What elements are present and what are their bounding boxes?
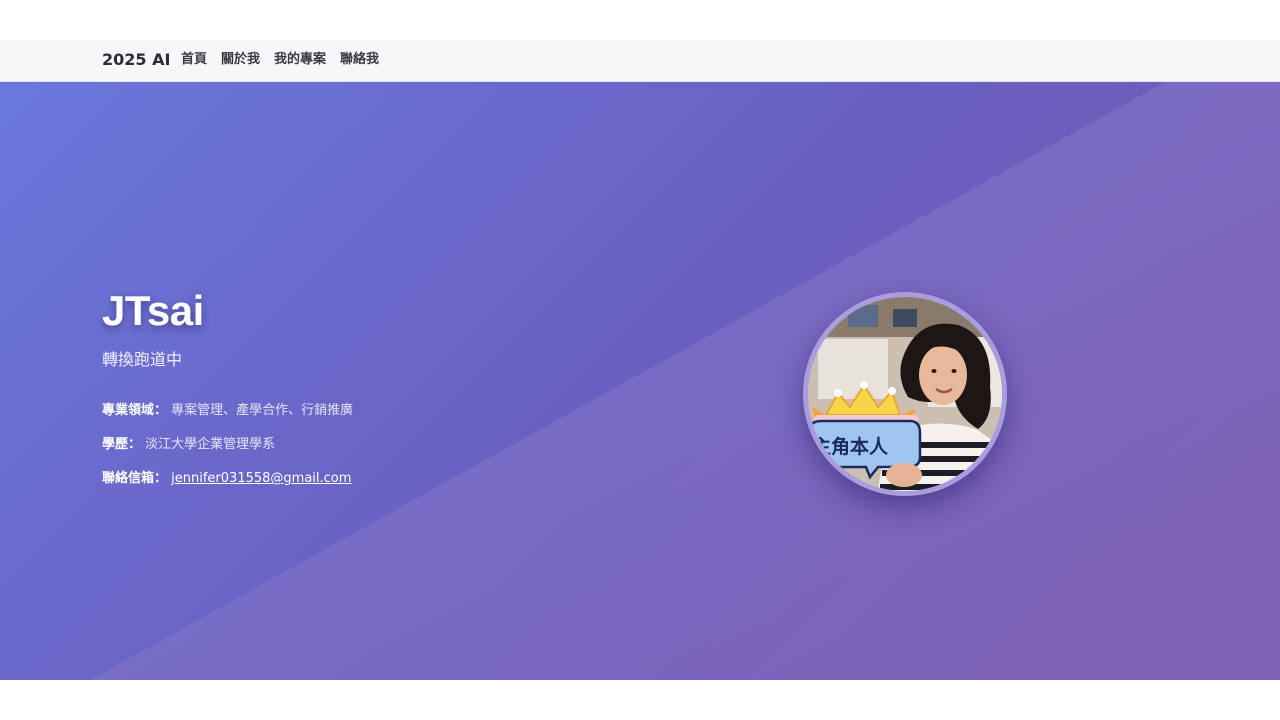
hero-name: JTsai	[102, 287, 204, 334]
info-row-education: 學歷： 淡江大學企業管理學系	[102, 436, 275, 454]
nav-link-contact[interactable]: 聯絡我	[340, 49, 379, 71]
avatar-sign-text: 主角本人	[812, 435, 889, 458]
email-link[interactable]: jennifer031558@gmail.com	[171, 471, 351, 486]
expertise-label: 專業領域：	[102, 403, 168, 418]
top-spacer	[0, 0, 1280, 40]
avatar-photo: 主角本人	[808, 297, 1002, 491]
brand-logo-link[interactable]: 2025 AI	[102, 49, 170, 71]
navbar: 2025 AI 首頁 關於我 我的專案 聯絡我	[0, 40, 1280, 82]
nav-link-about[interactable]: 關於我	[221, 49, 260, 71]
hero-content: JTsai 轉換跑道中 專業領域： 專案管理、產學合作、行銷推廣 學歷： 淡江大…	[102, 287, 353, 486]
expertise-value: 專案管理、產學合作、行銷推廣	[171, 403, 354, 418]
hero-section: JTsai 轉換跑道中 專業領域： 專案管理、產學合作、行銷推廣 學歷： 淡江大…	[0, 82, 1280, 680]
hero-tagline: 轉換跑道中	[102, 350, 183, 369]
email-label: 聯絡信箱：	[102, 471, 168, 486]
nav-link-home[interactable]: 首頁	[181, 49, 207, 71]
hero-diagonal-overlay	[90, 82, 1280, 680]
education-value: 淡江大學企業管理學系	[145, 437, 276, 452]
nav-link-projects[interactable]: 我的專案	[274, 49, 326, 71]
page: 2025 AI 首頁 關於我 我的專案 聯絡我 JTsai 轉換跑道中 專業領域…	[0, 0, 1280, 720]
avatar-frame: 主角本人	[803, 292, 1007, 496]
bottom-spacer	[0, 680, 1280, 720]
info-row-email: 聯絡信箱： jennifer031558@gmail.com	[102, 470, 351, 488]
education-label: 學歷：	[102, 437, 142, 452]
nav-links: 首頁 關於我 我的專案 聯絡我	[181, 49, 379, 71]
info-row-expertise: 專業領域： 專案管理、產學合作、行銷推廣	[102, 402, 353, 420]
avatar: 主角本人	[808, 297, 1002, 491]
